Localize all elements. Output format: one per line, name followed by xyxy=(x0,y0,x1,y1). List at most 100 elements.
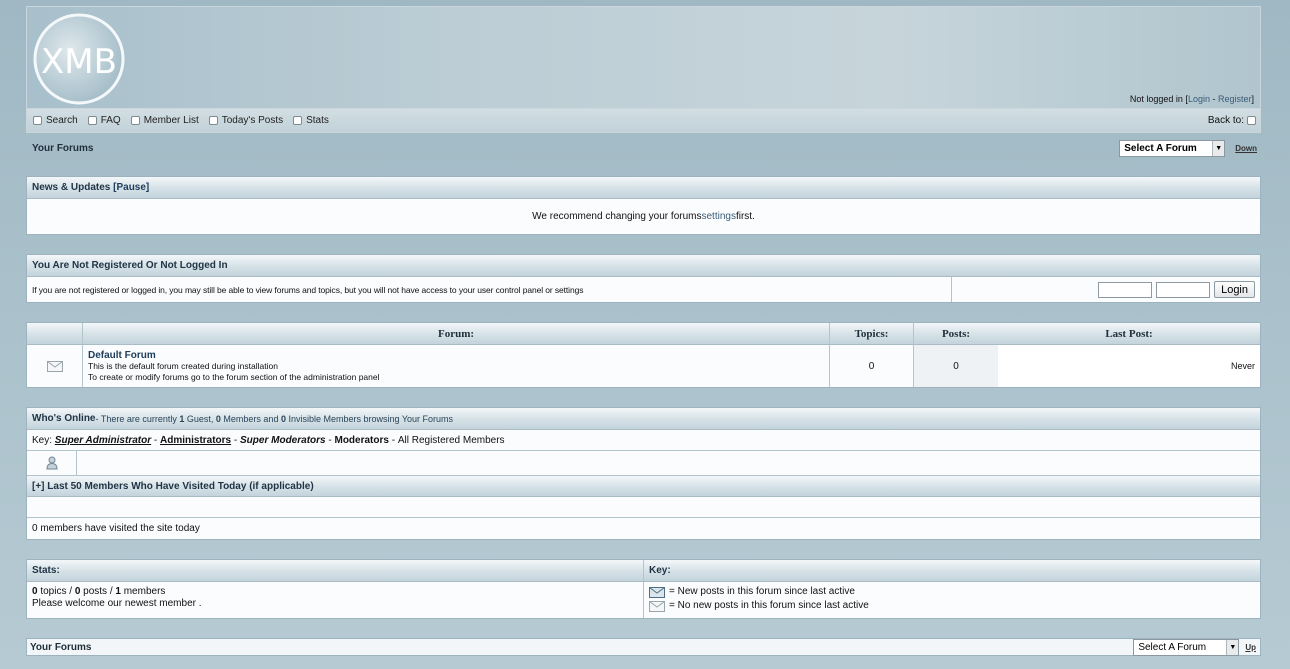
key-new-posts: = New posts in this forum since last act… xyxy=(649,585,1255,599)
logo-text: XMB xyxy=(41,42,117,82)
jump-up-button[interactable]: Up xyxy=(1245,643,1256,652)
nav-faq[interactable]: FAQ xyxy=(87,115,121,126)
stats-header: Stats: xyxy=(27,560,643,582)
not-registered-header: You Are Not Registered Or Not Logged In xyxy=(27,255,1260,277)
stats-welcome: Please welcome our newest member . xyxy=(32,598,202,609)
whos-online-summary: - There are currently 1 Guest, 0 Members… xyxy=(95,413,454,424)
forums-table-header: Forum: Topics: Posts: Last Post: xyxy=(27,323,1260,345)
stats-icon xyxy=(293,116,303,125)
col-last-post: Last Post: xyxy=(998,323,1260,345)
not-registered-panel: You Are Not Registered Or Not Logged In … xyxy=(26,254,1261,303)
forum-select-bottom[interactable]: Select A Forum ▼ xyxy=(1133,638,1240,656)
login-form: Login xyxy=(952,281,1260,298)
nav-member-list[interactable]: Member List xyxy=(130,115,199,126)
forum-select-top[interactable]: Select A Forum ▼ xyxy=(1119,139,1226,157)
forum-status-icon-cell xyxy=(27,345,83,387)
site-header: XMB Not logged in [Login - Register] xyxy=(26,6,1261,108)
news-body: We recommend changing your forums settin… xyxy=(27,199,1260,234)
member-list-icon xyxy=(130,116,140,125)
nav-faq-label: FAQ xyxy=(100,115,121,126)
key-header: Key: xyxy=(644,560,1260,582)
whos-online-header: Who's Online - There are currently 1 Gue… xyxy=(27,408,1260,430)
key-body: = New posts in this forum since last act… xyxy=(644,582,1260,618)
key-administrators: Administrators xyxy=(160,434,232,446)
key-label: Key: xyxy=(32,434,53,446)
key-super-administrator: Super Administrator xyxy=(54,434,152,446)
username-field[interactable] xyxy=(1098,281,1153,298)
back-to[interactable]: Back to: xyxy=(1208,115,1256,126)
xmb-logo[interactable]: XMB xyxy=(31,11,127,107)
news-text-after: first. xyxy=(735,211,755,222)
news-text-before: We recommend changing your forums xyxy=(532,211,702,222)
visited-today-text: 0 members have visited the site today xyxy=(27,518,1260,539)
no-new-posts-icon xyxy=(46,360,63,372)
online-key-row: Key: Super Administrator - Administrator… xyxy=(27,430,1260,451)
chevron-down-icon: ▼ xyxy=(1226,639,1239,655)
key-super-moderators: Super Moderators xyxy=(240,434,326,446)
login-button[interactable]: Login xyxy=(1214,281,1255,298)
forum-last-post: Never xyxy=(998,345,1260,387)
last50-list xyxy=(27,497,1260,518)
online-users-row xyxy=(27,451,1260,475)
news-panel: News & Updates [Pause] We recommend chan… xyxy=(26,176,1261,235)
forums-table: Forum: Topics: Posts: Last Post: Default… xyxy=(26,322,1261,388)
key-no-new-posts-text: = No new posts in this forum since last … xyxy=(669,600,869,611)
login-status: Not logged in [Login - Register] xyxy=(1130,94,1254,104)
stats-section: Stats: 0 topics / 0 posts / 1 members Pl… xyxy=(27,560,644,618)
nav-search[interactable]: Search xyxy=(33,115,78,126)
key-moderators: Moderators xyxy=(334,434,389,446)
back-to-label: Back to: xyxy=(1207,115,1244,126)
nav-bar: Search FAQ Member List Today's Posts Sta… xyxy=(26,108,1261,133)
forum-jump-bar-bottom: Your Forums Select A Forum ▼ Up xyxy=(26,638,1261,656)
nav-todays-posts[interactable]: Today's Posts xyxy=(208,115,284,126)
nav-stats[interactable]: Stats xyxy=(293,115,329,126)
login-link[interactable]: Login xyxy=(1188,94,1210,104)
key-no-new-posts: = No new posts in this forum since last … xyxy=(649,599,1255,613)
news-header: News & Updates [Pause] xyxy=(27,177,1260,199)
forum-select-top-value: Select A Forum xyxy=(1124,142,1197,154)
last50-header[interactable]: [+] Last 50 Members Who Have Visited Tod… xyxy=(27,475,1260,497)
col-forum: Forum: xyxy=(83,323,830,345)
col-posts: Posts: xyxy=(914,323,998,345)
login-status-sep: - xyxy=(1209,94,1218,104)
forums-icon-col-header xyxy=(27,323,83,345)
login-status-suffix: ] xyxy=(1251,94,1254,104)
forum-name-link[interactable]: Default Forum xyxy=(88,350,824,361)
online-icon-cell xyxy=(27,451,77,475)
faq-icon xyxy=(87,116,97,125)
nav-stats-label: Stats xyxy=(306,115,329,126)
forum-description: This is the default forum created during… xyxy=(88,360,278,371)
todays-posts-icon xyxy=(208,116,218,125)
forum-admin-note: To create or modify forums go to the for… xyxy=(88,371,380,382)
page-wrapper: XMB Not logged in [Login - Register] Sea… xyxy=(26,6,1261,656)
key-section: Key: = New posts in this forum since las… xyxy=(644,560,1260,618)
stats-body: 0 topics / 0 posts / 1 members Please we… xyxy=(27,582,643,618)
stats-key-panel: Stats: 0 topics / 0 posts / 1 members Pl… xyxy=(26,559,1261,619)
forum-jump-bar-top: Your Forums Select A Forum ▼ Down xyxy=(26,133,1261,163)
jump-down-button[interactable]: Down xyxy=(1235,144,1257,153)
new-posts-icon xyxy=(649,586,665,598)
forum-select-bottom-value: Select A Forum xyxy=(1138,641,1207,653)
back-to-icon xyxy=(1247,116,1256,125)
whos-online-title: Who's Online xyxy=(32,413,96,424)
register-link[interactable]: Register xyxy=(1218,94,1252,104)
table-row: Default Forum This is the default forum … xyxy=(27,345,1260,387)
key-new-posts-text: = New posts in this forum since last act… xyxy=(669,586,855,597)
settings-link[interactable]: settings xyxy=(701,211,735,222)
whos-online-panel: Who's Online - There are currently 1 Gue… xyxy=(26,407,1261,540)
not-registered-row: If you are not registered or logged in, … xyxy=(27,277,1260,302)
nav-todays-posts-label: Today's Posts xyxy=(221,115,284,126)
nav-member-list-label: Member List xyxy=(143,115,199,126)
stats-counts: 0 topics / 0 posts / 1 members xyxy=(32,586,166,597)
key-registered-members: All Registered Members xyxy=(397,434,505,446)
no-new-posts-key-icon xyxy=(649,600,665,612)
news-pause-link[interactable]: [Pause] xyxy=(113,182,149,193)
col-topics: Topics: xyxy=(830,323,914,345)
forum-posts-count: 0 xyxy=(914,345,998,387)
forum-info-cell: Default Forum This is the default forum … xyxy=(83,345,830,387)
forum-topics-count: 0 xyxy=(830,345,914,387)
user-icon xyxy=(45,456,58,470)
password-field[interactable] xyxy=(1156,281,1211,298)
news-title: News & Updates xyxy=(32,182,111,193)
login-status-prefix: Not logged in [ xyxy=(1129,94,1188,104)
